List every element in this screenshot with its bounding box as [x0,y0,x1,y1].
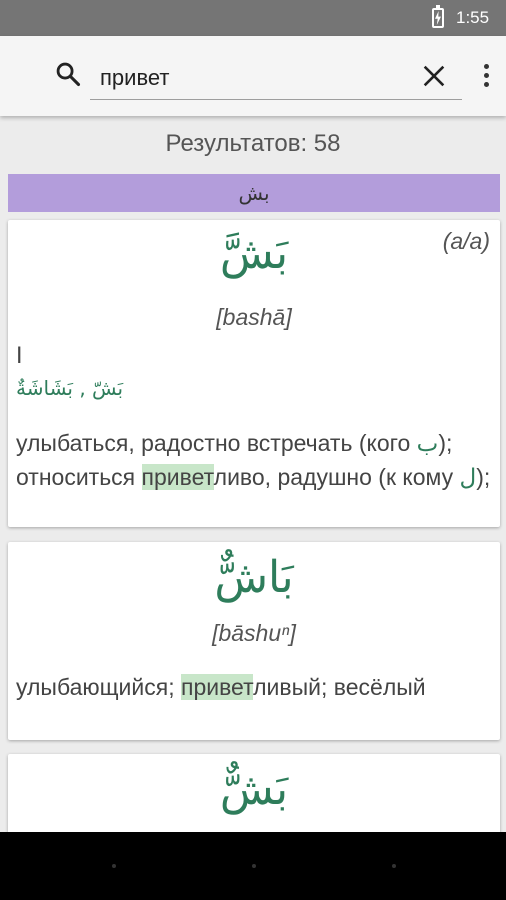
arabic-preposition: ل [459,464,477,490]
more-options-icon[interactable] [476,60,496,90]
navigation-bar [0,832,506,900]
search-highlight: привет [181,674,254,700]
search-icon [56,62,81,87]
close-icon[interactable] [420,62,448,90]
results-count: Результатов: 58 [165,130,341,157]
root-header: بش [8,174,500,212]
nav-back-icon[interactable] [112,864,116,868]
entry-transliteration: [bashā] [216,304,292,330]
entry-meaning: улыбаться, радостно встречать (кого ب); … [16,430,491,490]
entry-card[interactable]: بَشٌّ [8,754,500,832]
search-toolbar [0,36,506,116]
entry-card[interactable]: بَاشٌّ [bāshuⁿ] улыбающийся; приветливый… [8,542,500,740]
status-bar: 1:55 [0,0,506,36]
search-highlight: привет [141,464,214,490]
status-time: 1:55 [456,8,490,27]
entry-meaning: улыбающийся; приветливый; весёлый [16,674,426,700]
nav-recents-icon[interactable] [392,864,396,868]
verb-form-number: I [16,344,23,369]
entry-transliteration: [bāshuⁿ] [212,620,296,646]
arabic-preposition: ب [416,430,439,456]
entry-arabic: بَشَّ [219,228,289,279]
masdar-forms: بَشّ , بَشَاشَةٌ [16,376,124,400]
battery-charging-icon [432,5,444,28]
entry-arabic: بَاشٌّ [214,552,294,603]
entry-arabic: بَشٌّ [219,764,289,815]
nav-home-icon[interactable] [252,864,256,868]
entry-card[interactable]: (a/a) بَشَّ [bashā] I بَشّ , بَشَاشَةٌ у… [8,220,500,527]
results-list[interactable]: Результатов: 58 بش (a/a) بَشَّ [bashā] I… [0,116,506,832]
search-input[interactable] [90,56,462,100]
